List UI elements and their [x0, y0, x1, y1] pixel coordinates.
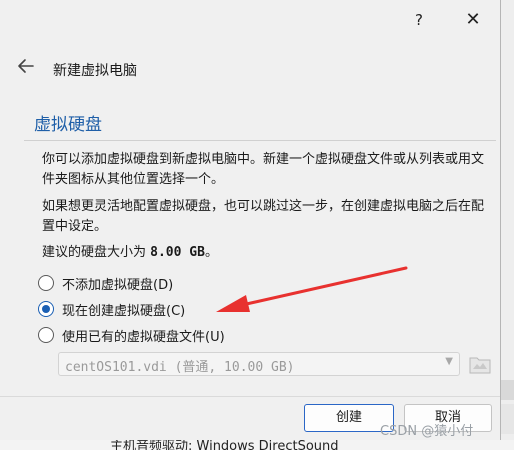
radio-existing-disk[interactable] [38, 327, 54, 343]
wizard-header: 新建虚拟电脑 [0, 46, 500, 92]
background-window-bottom: 主机音频驱动: Windows DirectSound [0, 440, 514, 450]
footer-divider [0, 396, 500, 397]
dropdown-arrow-icon: ▼ [445, 356, 453, 367]
existing-disk-select[interactable]: centOS101.vdi (普通, 10.00 GB) ▼ [58, 352, 460, 376]
background-window-item [501, 404, 514, 434]
recommended-size-text: 建议的硬盘大小为 8.00 GB。 [42, 243, 492, 263]
existing-disk-select-value: centOS101.vdi (普通, 10.00 GB) [65, 360, 295, 375]
description-paragraph: 你可以添加虚拟硬盘到新虚拟电脑中。新建一个虚拟硬盘文件或从列表或用文件夹图标从其… [42, 152, 485, 187]
new-vm-wizard-dialog: ? ✕ 新建虚拟电脑 虚拟硬盘 你可以添加虚拟硬盘到新虚拟电脑中。新建一个虚拟硬… [0, 0, 501, 440]
option-existing-disk[interactable]: 使用已有的虚拟硬盘文件(U) [38, 325, 225, 345]
page-heading: 虚拟硬盘 [34, 115, 102, 135]
option-label: 现在创建虚拟硬盘(C) [62, 303, 186, 319]
wizard-title: 新建虚拟电脑 [53, 63, 137, 79]
heading-divider [24, 140, 496, 141]
option-create-disk[interactable]: 现在创建虚拟硬盘(C) [38, 299, 185, 319]
help-button[interactable]: ? [404, 8, 434, 32]
close-button[interactable]: ✕ [458, 8, 488, 32]
recommended-size-value: 8.00 GB [150, 245, 205, 260]
radio-create-disk[interactable] [38, 301, 54, 317]
back-button[interactable] [14, 56, 38, 80]
annotation-arrow-icon [216, 266, 408, 312]
background-audio-driver-text: 主机音频驱动: Windows DirectSound [110, 440, 339, 450]
arrow-left-icon [18, 59, 34, 73]
title-bar: ? ✕ [0, 0, 500, 40]
folder-icon [469, 357, 491, 374]
choose-disk-file-button[interactable] [468, 353, 492, 375]
recommended-size-suffix: 。 [204, 245, 218, 260]
radio-no-disk[interactable] [38, 275, 54, 291]
recommended-size-prefix: 建议的硬盘大小为 [42, 245, 151, 260]
background-window-item [501, 380, 514, 400]
option-label: 使用已有的虚拟硬盘文件(U) [62, 329, 225, 345]
watermark: CSDN @猿小付 [380, 424, 474, 439]
option-no-disk[interactable]: 不添加虚拟硬盘(D) [38, 273, 173, 293]
option-label: 不添加虚拟硬盘(D) [62, 277, 174, 293]
description-paragraph-advanced: 如果想更灵活地配置虚拟硬盘，也可以跳过这一步，在创建虚拟电脑之后在配置中设定。 [42, 199, 485, 234]
